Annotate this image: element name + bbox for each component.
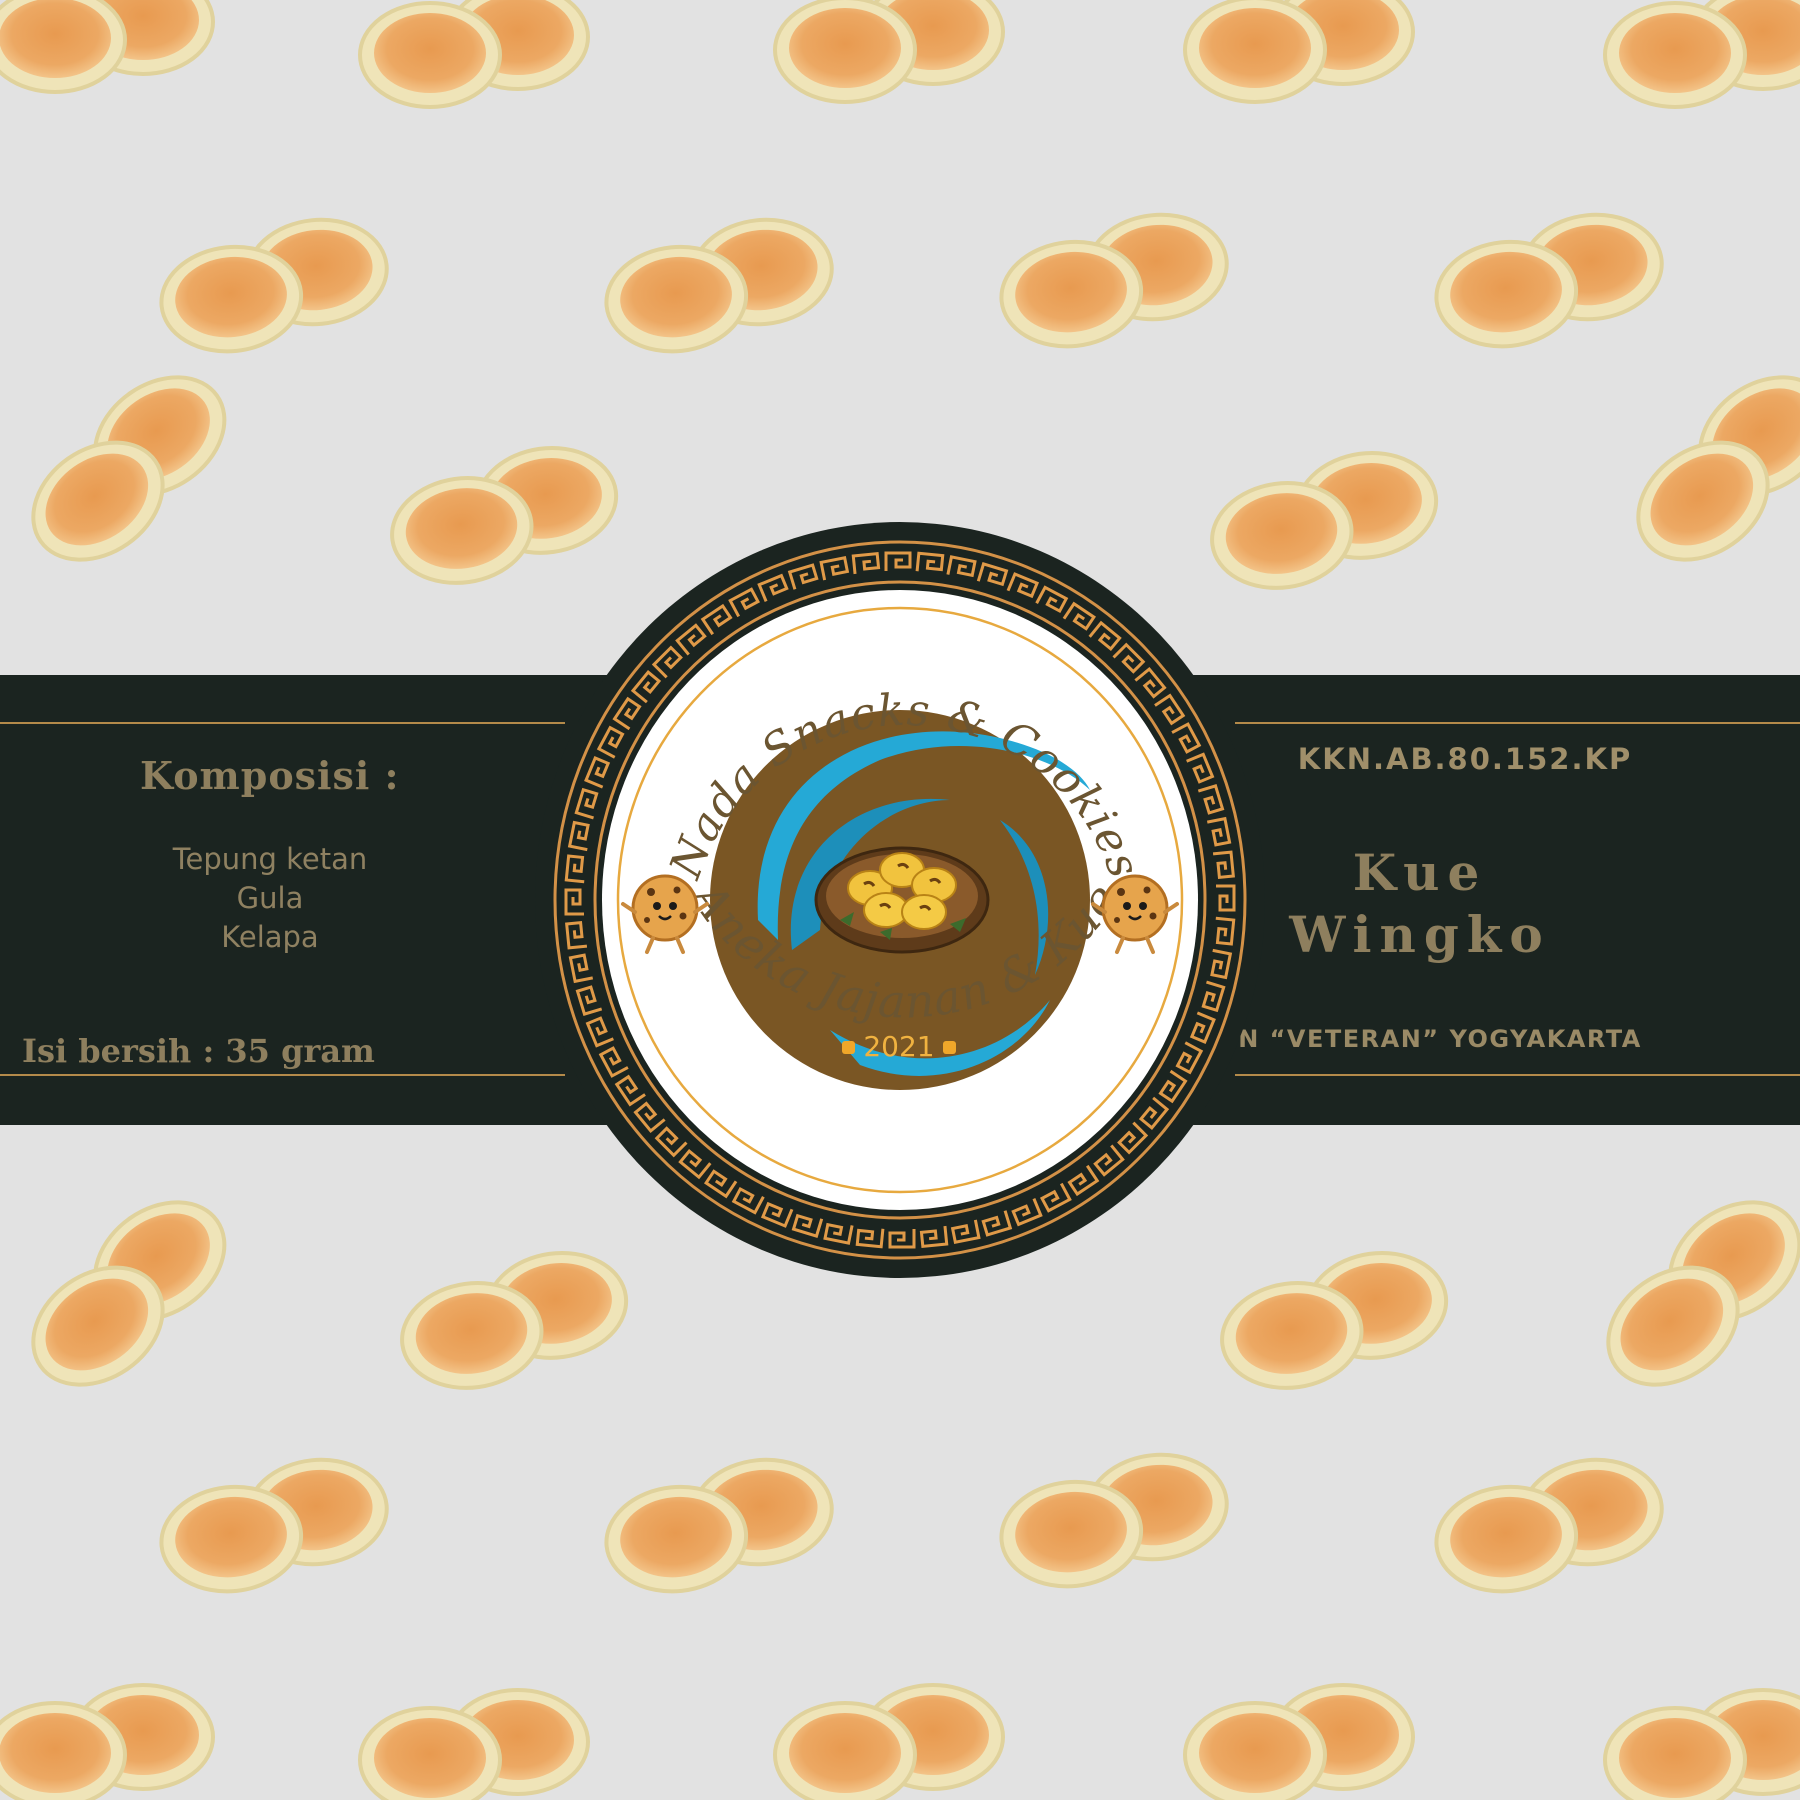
wingko-cake-icon	[1183, 0, 1415, 104]
wingko-cake-icon	[358, 1688, 590, 1800]
wingko-cake-icon	[0, 1683, 215, 1800]
wingko-cake-icon	[1603, 351, 1800, 586]
brand-emblem: Nada Snacks & Cookies Aneka Jajanan & Ku…	[535, 522, 1265, 1278]
wingko-plate-icon	[814, 846, 990, 954]
established-year: 2021	[863, 1030, 934, 1063]
ingredient-item: Gula	[236, 881, 304, 915]
ingredient-item: Tepung ketan	[172, 842, 368, 876]
wingko-cake-icon	[773, 0, 1005, 104]
wingko-cake-icon	[992, 1445, 1236, 1596]
wingko-cake-icon	[0, 0, 215, 94]
wingko-cake-icon	[0, 1176, 260, 1411]
wingko-cake-icon	[1183, 1683, 1415, 1800]
net-weight: Isi bersih : 35 gram	[22, 1032, 375, 1070]
wingko-cake-icon	[152, 1450, 396, 1601]
wingko-cake-icon	[1603, 0, 1800, 109]
wingko-cake-icon	[773, 1683, 1005, 1800]
wingko-cake-icon	[597, 1450, 841, 1601]
wingko-cake-icon	[1427, 205, 1671, 356]
divider-top-left	[0, 722, 565, 724]
wingko-cake-icon	[0, 351, 260, 586]
wingko-cake-icon	[992, 205, 1236, 356]
wingko-cake-icon	[1427, 1450, 1671, 1601]
divider-top-right	[1235, 722, 1800, 724]
wingko-cake-icon	[1603, 1688, 1800, 1800]
wingko-cake-icon	[358, 0, 590, 109]
wingko-cake-icon	[152, 210, 396, 361]
divider-bottom-right	[1235, 1074, 1800, 1076]
wingko-cake-icon	[597, 210, 841, 361]
ingredient-item: Kelapa	[221, 920, 319, 954]
composition-title: Komposisi :	[140, 753, 400, 798]
wingko-cake-icon	[1573, 1176, 1800, 1411]
ingredient-list: Tepung ketan Gula Kelapa	[120, 840, 420, 957]
divider-bottom-left	[0, 1074, 565, 1076]
